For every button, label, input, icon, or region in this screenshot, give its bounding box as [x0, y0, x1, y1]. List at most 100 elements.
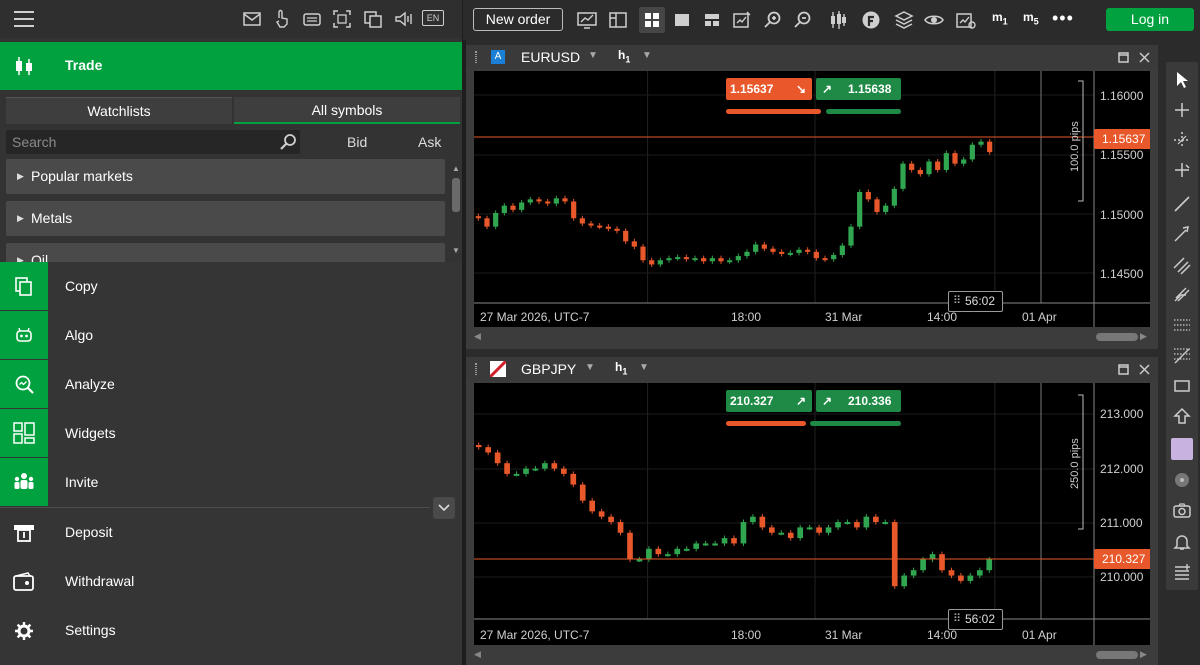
- buy-button[interactable]: ↗ 1.15638: [816, 78, 901, 100]
- timeframe-button[interactable]: h1: [615, 360, 627, 376]
- monitor-chart-icon[interactable]: [576, 9, 598, 31]
- scroll-down-icon[interactable]: ▼: [452, 246, 460, 255]
- timeframe-dropdown-icon[interactable]: ▼: [639, 362, 649, 373]
- drag-handle-icon[interactable]: [475, 51, 477, 63]
- objects-list-icon[interactable]: [1172, 562, 1192, 582]
- windows-icon[interactable]: [363, 9, 383, 29]
- close-icon[interactable]: [1139, 364, 1150, 375]
- login-button[interactable]: Log in: [1106, 8, 1194, 31]
- menu-item-algo[interactable]: Algo: [0, 311, 462, 360]
- deposit-icon: [14, 525, 34, 542]
- zoom-out-icon[interactable]: [792, 9, 814, 31]
- indicators-icon[interactable]: [860, 9, 882, 31]
- pitchfork-icon[interactable]: [1172, 284, 1192, 304]
- fullscreen-icon[interactable]: [332, 9, 352, 29]
- candle-body: [976, 570, 983, 576]
- ray-icon[interactable]: [1172, 224, 1192, 244]
- timeframe-dropdown-icon[interactable]: ▼: [642, 50, 652, 61]
- more-options-icon[interactable]: •••: [1052, 8, 1074, 29]
- timeframe-button[interactable]: h1: [618, 48, 630, 64]
- fibonacci-ext-icon[interactable]: [1172, 345, 1192, 365]
- symbol-name[interactable]: GBPJPY: [521, 361, 576, 377]
- scroll-right-icon[interactable]: ▶: [1140, 649, 1147, 660]
- layout-sidebar-icon[interactable]: [607, 9, 629, 31]
- symbol-dropdown-icon[interactable]: ▼: [588, 50, 598, 61]
- menu-item-analyze[interactable]: Analyze: [0, 360, 462, 409]
- symbol-dropdown-icon[interactable]: ▼: [585, 362, 595, 373]
- scroll-right-icon[interactable]: ▶: [1140, 331, 1147, 342]
- sell-button[interactable]: 210.327 ↗: [726, 390, 812, 412]
- category-popular-markets[interactable]: ▶ Popular markets: [6, 159, 445, 194]
- keyboard-icon[interactable]: [302, 9, 322, 29]
- chart-settings-icon[interactable]: [731, 9, 753, 31]
- fibonacci-icon[interactable]: [1172, 316, 1192, 336]
- cursor-icon[interactable]: [1172, 70, 1192, 90]
- close-icon[interactable]: [1139, 52, 1150, 63]
- maximize-icon[interactable]: [1118, 52, 1129, 63]
- bid-column-header[interactable]: Bid: [347, 134, 367, 150]
- drag-handle-icon[interactable]: [475, 363, 477, 375]
- buy-button[interactable]: ↗ 210.336: [816, 390, 901, 412]
- expand-arrow-icon: ▶: [17, 171, 24, 181]
- language-button[interactable]: EN: [422, 10, 444, 26]
- candle-body: [901, 575, 908, 587]
- scroll-up-icon[interactable]: ▲: [452, 164, 460, 173]
- candle-body: [571, 201, 577, 219]
- opacity-icon[interactable]: [1172, 470, 1192, 490]
- horizontal-line-icon[interactable]: [1172, 160, 1192, 180]
- category-metals[interactable]: ▶ Metals: [6, 201, 445, 236]
- candle-body: [797, 527, 804, 539]
- menu-label: Settings: [65, 622, 116, 638]
- menu-label: Analyze: [65, 376, 115, 392]
- split-layout-icon[interactable]: [701, 9, 723, 31]
- menu-item-copy[interactable]: Copy: [0, 262, 462, 311]
- bell-icon[interactable]: [1172, 532, 1192, 552]
- sell-button[interactable]: 1.15637 ↘: [726, 78, 812, 100]
- one-click-trading-icon[interactable]: [272, 9, 292, 29]
- menu-item-deposit[interactable]: Deposit: [0, 508, 462, 557]
- horizontal-scrollbar[interactable]: ◀ ▶: [474, 649, 1150, 661]
- time-tick: 18:00: [731, 310, 762, 324]
- candlestick-icon: [16, 57, 32, 75]
- zoom-in-icon[interactable]: [762, 9, 784, 31]
- timeframe-m1-button[interactable]: m1: [992, 10, 1008, 26]
- hamburger-menu-icon[interactable]: [13, 9, 35, 29]
- maximize-icon[interactable]: [1118, 364, 1129, 375]
- candle-body: [675, 257, 681, 260]
- layers-icon[interactable]: [893, 9, 915, 31]
- menu-item-settings[interactable]: Settings: [0, 606, 462, 655]
- menu-item-invite[interactable]: Invite: [0, 458, 462, 507]
- crosshair-dotted-icon[interactable]: [1172, 130, 1192, 150]
- new-order-button[interactable]: New order: [473, 8, 563, 31]
- camera-icon[interactable]: [1172, 500, 1192, 520]
- single-layout-icon[interactable]: [671, 9, 693, 31]
- symbols-scrollbar[interactable]: ▲ ▼: [451, 164, 461, 260]
- rectangle-icon[interactable]: [1172, 376, 1192, 396]
- tab-watchlists[interactable]: Watchlists: [6, 97, 232, 124]
- search-input[interactable]: [12, 133, 272, 151]
- candles-type-icon[interactable]: [827, 9, 849, 31]
- scrollbar-thumb[interactable]: [1096, 333, 1138, 341]
- menu-item-widgets[interactable]: Widgets: [0, 409, 462, 458]
- symbol-name[interactable]: EURUSD: [521, 49, 580, 65]
- trendline-icon[interactable]: [1172, 194, 1192, 214]
- timeframe-m5-button[interactable]: m5: [1023, 10, 1039, 26]
- grid-layout-button[interactable]: [639, 7, 665, 33]
- crosshair-icon[interactable]: [1172, 100, 1192, 120]
- color-picker[interactable]: [1171, 438, 1193, 460]
- ask-column-header[interactable]: Ask: [418, 134, 441, 150]
- eye-icon[interactable]: [923, 9, 945, 31]
- tab-all-symbols[interactable]: All symbols: [234, 97, 460, 124]
- horizontal-scrollbar[interactable]: ◀ ▶: [474, 331, 1150, 343]
- chart-tools-icon[interactable]: [955, 9, 977, 31]
- menu-item-withdrawal[interactable]: Withdrawal: [0, 557, 462, 606]
- sound-icon[interactable]: [394, 9, 414, 29]
- mail-icon[interactable]: [242, 9, 262, 29]
- scroll-left-icon[interactable]: ◀: [474, 649, 481, 660]
- channel-icon[interactable]: [1172, 256, 1192, 276]
- arrow-up-icon[interactable]: [1172, 406, 1192, 426]
- scrollbar-thumb[interactable]: [1096, 651, 1138, 659]
- search-icon[interactable]: [279, 133, 297, 151]
- scroll-left-icon[interactable]: ◀: [474, 331, 481, 342]
- scrollbar-thumb[interactable]: [452, 178, 460, 212]
